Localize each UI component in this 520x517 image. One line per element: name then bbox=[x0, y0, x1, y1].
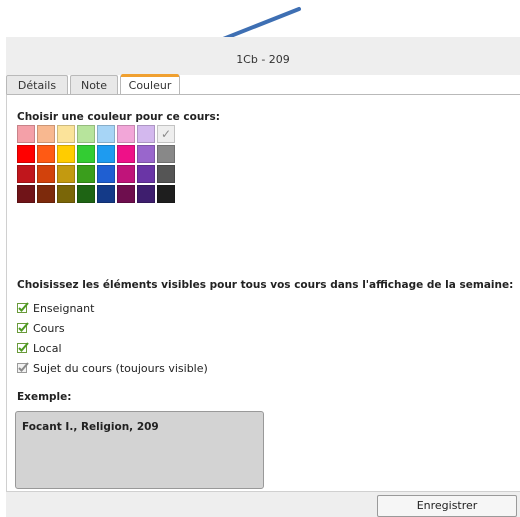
option-enseignant[interactable]: Enseignant bbox=[17, 301, 94, 317]
colour-swatch-r4-c1[interactable] bbox=[17, 185, 35, 203]
colour-swatch-r1-c6[interactable] bbox=[117, 125, 135, 143]
active-tab-indicator bbox=[121, 74, 179, 77]
dialog-footer: Enregistrer bbox=[6, 491, 520, 517]
check-icon bbox=[17, 362, 29, 373]
colour-swatch-r2-c4[interactable] bbox=[77, 145, 95, 163]
check-icon bbox=[17, 342, 29, 353]
tab-note-label: Note bbox=[80, 79, 108, 92]
option-sujet: Sujet du cours (toujours visible) bbox=[17, 361, 208, 377]
colour-swatch-r4-c6[interactable] bbox=[117, 185, 135, 203]
option-local[interactable]: Local bbox=[17, 341, 62, 357]
example-preview-text: Focant I., Religion, 209 bbox=[22, 421, 159, 433]
colour-swatch-r2-c7[interactable] bbox=[137, 145, 155, 163]
check-icon bbox=[17, 302, 29, 313]
checkbox-enseignant[interactable] bbox=[17, 302, 29, 314]
colour-swatch-r2-c6[interactable] bbox=[117, 145, 135, 163]
tab-bar: Détails Note Couleur bbox=[6, 74, 520, 96]
option-enseignant-label: Enseignant bbox=[33, 302, 95, 315]
colour-swatch-r4-c4[interactable] bbox=[77, 185, 95, 203]
colour-swatch-r2-c1[interactable] bbox=[17, 145, 35, 163]
colour-swatch-r2-c2[interactable] bbox=[37, 145, 55, 163]
save-button[interactable]: Enregistrer bbox=[377, 495, 517, 517]
option-cours[interactable]: Cours bbox=[17, 321, 65, 337]
colour-swatch-r4-c2[interactable] bbox=[37, 185, 55, 203]
checkbox-sujet-disabled bbox=[17, 362, 29, 374]
couleur-panel: Choisir une couleur pour ce cours: ✓ Cho… bbox=[6, 94, 520, 491]
visibility-heading: Choisissez les éléments visibles pour to… bbox=[17, 279, 514, 291]
colour-swatch-r3-c7[interactable] bbox=[137, 165, 155, 183]
colour-swatch-r3-c3[interactable] bbox=[57, 165, 75, 183]
colour-swatch-r1-c3[interactable] bbox=[57, 125, 75, 143]
tab-couleur-label: Couleur bbox=[128, 79, 172, 92]
window-title: 1Cb - 209 bbox=[236, 53, 290, 66]
selected-check-icon: ✓ bbox=[160, 127, 172, 141]
colour-swatch-r1-c8[interactable]: ✓ bbox=[157, 125, 175, 143]
colour-swatch-r1-c2[interactable] bbox=[37, 125, 55, 143]
example-preview: Focant I., Religion, 209 bbox=[15, 411, 264, 489]
title-bar: 1Cb - 209 bbox=[6, 37, 520, 75]
tab-details-label: Détails bbox=[17, 79, 57, 92]
colour-swatch-r3-c4[interactable] bbox=[77, 165, 95, 183]
option-cours-label: Cours bbox=[33, 322, 65, 335]
option-local-label: Local bbox=[33, 342, 62, 355]
colour-swatch-r3-c1[interactable] bbox=[17, 165, 35, 183]
colour-swatch-r1-c1[interactable] bbox=[17, 125, 35, 143]
colour-swatch-r3-c5[interactable] bbox=[97, 165, 115, 183]
colour-swatch-r4-c7[interactable] bbox=[137, 185, 155, 203]
colour-swatch-r3-c6[interactable] bbox=[117, 165, 135, 183]
colour-swatch-r1-c5[interactable] bbox=[97, 125, 115, 143]
colour-swatch-r1-c4[interactable] bbox=[77, 125, 95, 143]
colour-heading: Choisir une couleur pour ce cours: bbox=[17, 111, 220, 123]
checkbox-cours[interactable] bbox=[17, 322, 29, 334]
tab-couleur[interactable]: Couleur bbox=[120, 74, 180, 96]
course-dialog: 1Cb - 209 Détails Note Couleur Choisir u… bbox=[6, 37, 520, 517]
colour-swatch-r3-c8[interactable] bbox=[157, 165, 175, 183]
colour-swatch-r1-c7[interactable] bbox=[137, 125, 155, 143]
colour-swatch-r3-c2[interactable] bbox=[37, 165, 55, 183]
option-sujet-label: Sujet du cours (toujours visible) bbox=[33, 362, 208, 375]
colour-swatch-r2-c8[interactable] bbox=[157, 145, 175, 163]
tab-note[interactable]: Note bbox=[70, 75, 118, 95]
check-icon bbox=[17, 322, 29, 333]
colour-swatch-r2-c5[interactable] bbox=[97, 145, 115, 163]
colour-swatch-r4-c3[interactable] bbox=[57, 185, 75, 203]
colour-swatch-r2-c3[interactable] bbox=[57, 145, 75, 163]
example-heading: Exemple: bbox=[17, 391, 72, 403]
tab-details[interactable]: Détails bbox=[6, 75, 68, 95]
checkbox-local[interactable] bbox=[17, 342, 29, 354]
colour-swatch-r4-c5[interactable] bbox=[97, 185, 115, 203]
colour-swatch-r4-c8[interactable] bbox=[157, 185, 175, 203]
